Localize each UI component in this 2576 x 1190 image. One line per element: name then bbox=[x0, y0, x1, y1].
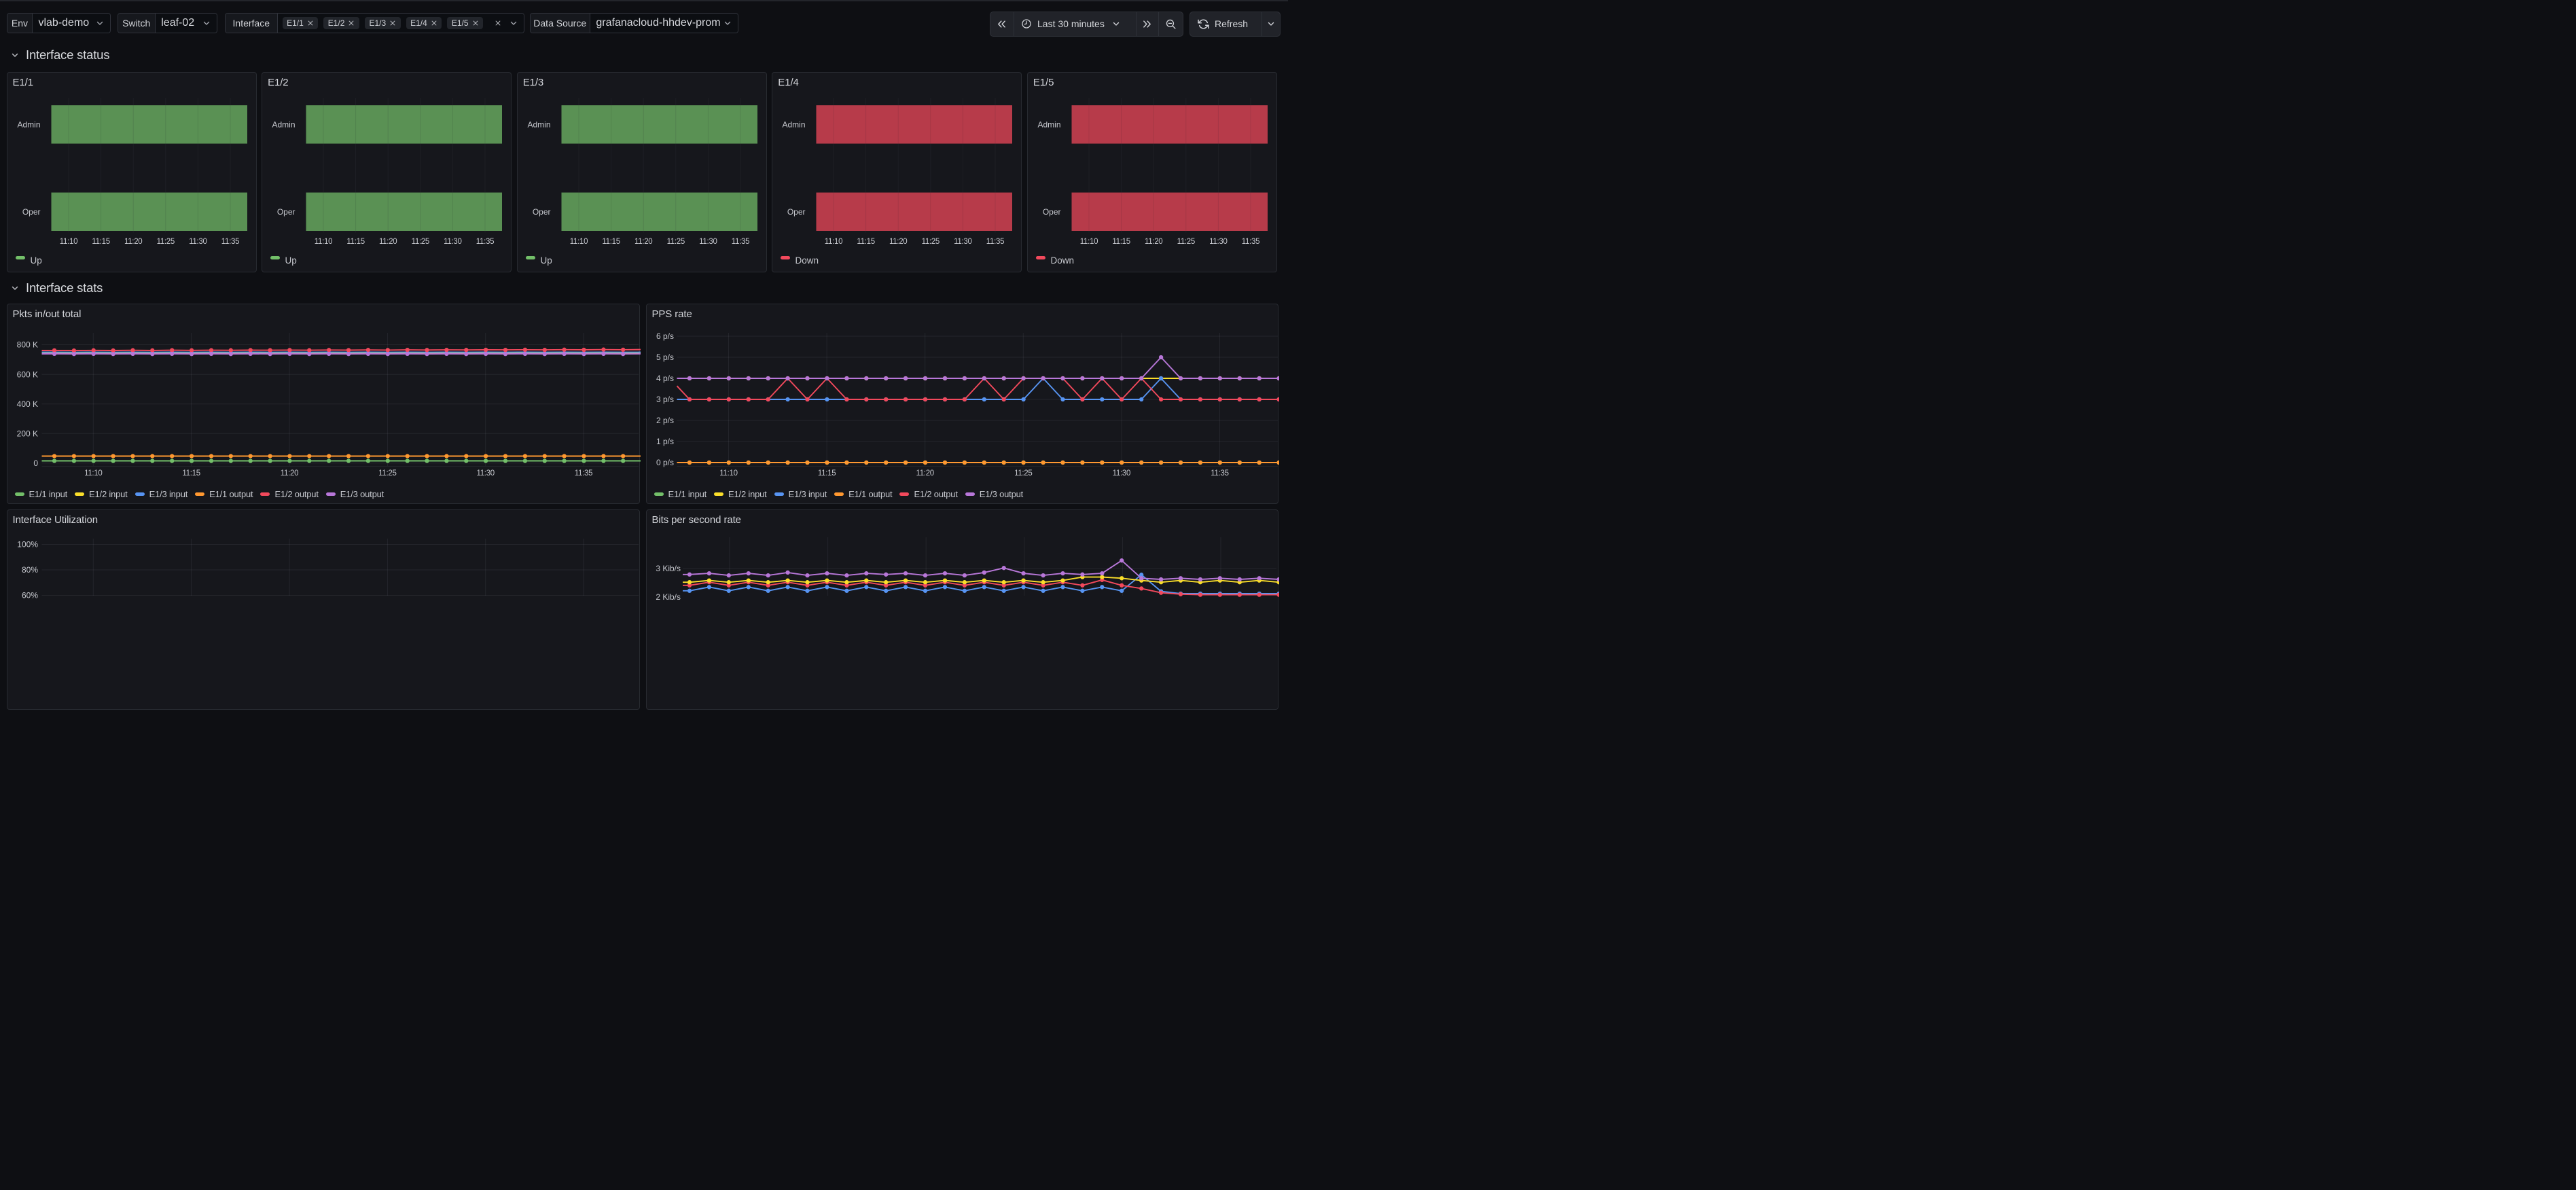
svg-text:11:15: 11:15 bbox=[1112, 238, 1130, 246]
svg-text:11:35: 11:35 bbox=[731, 238, 749, 246]
svg-text:11:15: 11:15 bbox=[817, 469, 835, 477]
svg-text:11:30: 11:30 bbox=[699, 238, 717, 246]
svg-text:11:20: 11:20 bbox=[889, 238, 907, 246]
svg-text:Oper: Oper bbox=[22, 206, 40, 216]
svg-text:1 p/s: 1 p/s bbox=[656, 437, 673, 446]
svg-text:11:25: 11:25 bbox=[922, 238, 940, 246]
svg-text:11:15: 11:15 bbox=[92, 238, 109, 246]
svg-text:Down: Down bbox=[795, 255, 819, 266]
svg-text:11:35: 11:35 bbox=[476, 238, 494, 246]
svg-text:11:15: 11:15 bbox=[602, 238, 620, 246]
svg-text:11:35: 11:35 bbox=[1211, 469, 1228, 477]
svg-text:11:30: 11:30 bbox=[1209, 238, 1227, 246]
svg-text:3 Kib/s: 3 Kib/s bbox=[656, 564, 681, 573]
svg-text:11:10: 11:10 bbox=[825, 238, 842, 246]
svg-text:11:35: 11:35 bbox=[986, 238, 1004, 246]
svg-text:Down: Down bbox=[1050, 255, 1074, 266]
svg-text:Admin: Admin bbox=[272, 120, 296, 129]
svg-text:100%: 100% bbox=[17, 540, 38, 549]
svg-text:11:20: 11:20 bbox=[634, 238, 652, 246]
svg-text:Oper: Oper bbox=[277, 206, 296, 216]
svg-text:11:25: 11:25 bbox=[156, 238, 174, 246]
svg-text:11:30: 11:30 bbox=[189, 238, 207, 246]
svg-text:11:25: 11:25 bbox=[666, 238, 684, 246]
svg-text:60%: 60% bbox=[21, 591, 37, 600]
svg-text:Up: Up bbox=[285, 255, 297, 266]
svg-text:11:30: 11:30 bbox=[444, 238, 461, 246]
svg-text:11:30: 11:30 bbox=[954, 238, 971, 246]
svg-text:Up: Up bbox=[30, 255, 41, 266]
svg-text:Up: Up bbox=[540, 255, 552, 266]
svg-text:11:35: 11:35 bbox=[221, 238, 238, 246]
svg-text:Admin: Admin bbox=[783, 120, 806, 129]
svg-text:11:35: 11:35 bbox=[1242, 238, 1259, 246]
svg-text:11:10: 11:10 bbox=[1080, 238, 1098, 246]
svg-text:Oper: Oper bbox=[533, 206, 551, 216]
svg-text:2 Kib/s: 2 Kib/s bbox=[656, 592, 681, 602]
svg-text:6 p/s: 6 p/s bbox=[656, 331, 673, 341]
svg-text:Admin: Admin bbox=[1037, 120, 1060, 129]
svg-text:Oper: Oper bbox=[787, 206, 806, 216]
svg-text:11:10: 11:10 bbox=[719, 469, 737, 477]
svg-text:0: 0 bbox=[33, 458, 38, 468]
svg-text:400 K: 400 K bbox=[16, 399, 37, 409]
svg-text:11:20: 11:20 bbox=[280, 469, 298, 477]
svg-text:11:10: 11:10 bbox=[569, 238, 587, 246]
svg-text:11:10: 11:10 bbox=[84, 469, 102, 477]
svg-text:2 p/s: 2 p/s bbox=[656, 416, 673, 425]
svg-text:11:30: 11:30 bbox=[1112, 469, 1130, 477]
svg-text:0 p/s: 0 p/s bbox=[656, 458, 673, 467]
svg-text:11:25: 11:25 bbox=[412, 238, 429, 246]
svg-text:11:10: 11:10 bbox=[315, 238, 332, 246]
svg-text:600 K: 600 K bbox=[16, 370, 37, 380]
svg-text:11:25: 11:25 bbox=[378, 469, 396, 477]
svg-text:4 p/s: 4 p/s bbox=[656, 374, 673, 383]
svg-text:Oper: Oper bbox=[1043, 206, 1061, 216]
svg-text:11:20: 11:20 bbox=[916, 469, 933, 477]
svg-text:11:25: 11:25 bbox=[1014, 469, 1032, 477]
svg-text:200 K: 200 K bbox=[16, 429, 37, 439]
svg-text:Admin: Admin bbox=[527, 120, 550, 129]
svg-text:11:10: 11:10 bbox=[59, 238, 77, 246]
svg-text:11:20: 11:20 bbox=[1145, 238, 1162, 246]
svg-text:11:20: 11:20 bbox=[124, 238, 141, 246]
svg-text:5 p/s: 5 p/s bbox=[656, 353, 673, 362]
svg-text:800 K: 800 K bbox=[16, 340, 37, 350]
svg-text:11:15: 11:15 bbox=[182, 469, 200, 477]
svg-text:3 p/s: 3 p/s bbox=[656, 395, 673, 404]
svg-text:Admin: Admin bbox=[17, 120, 40, 129]
svg-text:11:15: 11:15 bbox=[346, 238, 364, 246]
svg-text:80%: 80% bbox=[21, 565, 37, 575]
svg-text:11:30: 11:30 bbox=[476, 469, 494, 477]
svg-text:11:35: 11:35 bbox=[574, 469, 592, 477]
svg-text:11:20: 11:20 bbox=[379, 238, 397, 246]
svg-text:11:25: 11:25 bbox=[1177, 238, 1194, 246]
svg-text:11:15: 11:15 bbox=[857, 238, 875, 246]
